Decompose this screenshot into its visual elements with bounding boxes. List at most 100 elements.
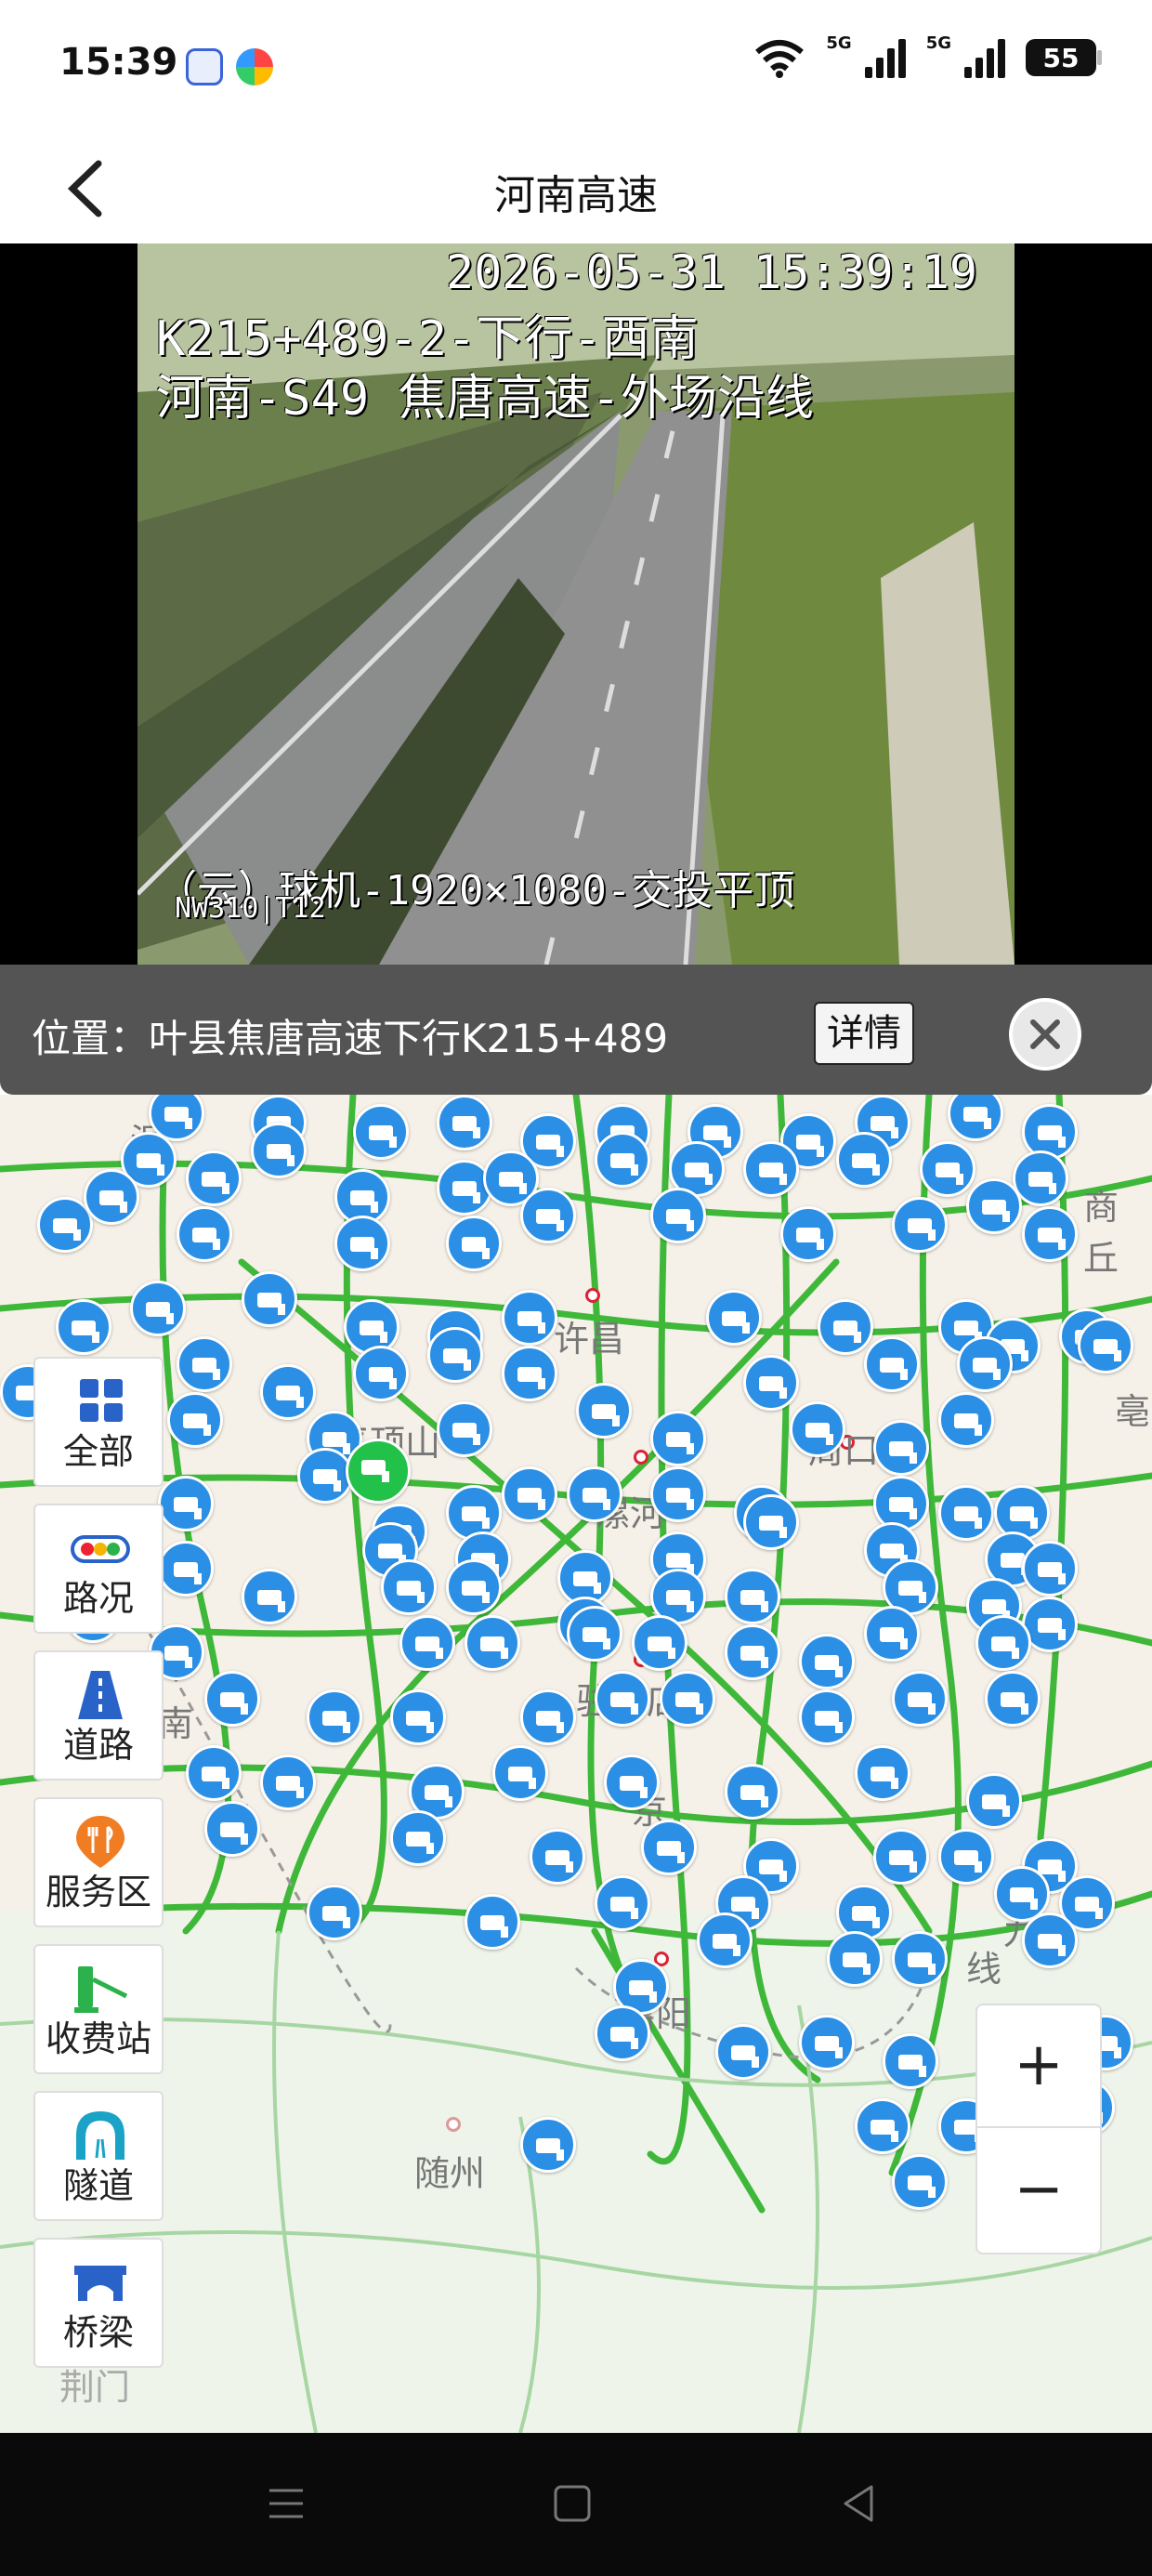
camera-marker[interactable]: [966, 1178, 1022, 1234]
camera-marker[interactable]: [204, 1671, 260, 1727]
camera-marker[interactable]: [502, 1290, 557, 1346]
camera-marker[interactable]: [799, 1634, 855, 1689]
camera-marker[interactable]: [186, 1745, 242, 1801]
camera-marker[interactable]: [827, 1931, 883, 1987]
camera-marker[interactable]: [446, 1216, 502, 1271]
camera-marker[interactable]: [251, 1123, 307, 1178]
camera-marker[interactable]: [437, 1095, 492, 1150]
close-button[interactable]: [1009, 998, 1081, 1071]
camera-marker[interactable]: [446, 1559, 502, 1615]
camera-marker[interactable]: [938, 1392, 994, 1448]
zoom-in-button[interactable]: +: [977, 2005, 1100, 2128]
camera-marker[interactable]: [307, 1689, 362, 1745]
camera-marker[interactable]: [864, 1606, 920, 1662]
camera-marker[interactable]: [715, 2024, 771, 2080]
layer-all-button[interactable]: 全部: [33, 1357, 164, 1487]
camera-marker[interactable]: [84, 1169, 139, 1225]
camera-marker[interactable]: [465, 1894, 520, 1950]
back-icon[interactable]: [836, 2481, 881, 2526]
camera-marker[interactable]: [595, 2005, 650, 2061]
camera-marker[interactable]: [437, 1401, 492, 1457]
camera-marker[interactable]: [818, 1299, 873, 1355]
camera-marker[interactable]: [855, 1745, 910, 1801]
camera-marker[interactable]: [390, 1810, 446, 1866]
layer-toll-station-button[interactable]: 收费站: [33, 1944, 164, 2074]
camera-marker[interactable]: [892, 1931, 948, 1987]
camera-marker[interactable]: [632, 1615, 687, 1671]
camera-marker[interactable]: [158, 1476, 214, 1531]
camera-marker[interactable]: [799, 2015, 855, 2070]
camera-marker[interactable]: [725, 1624, 780, 1680]
camera-marker[interactable]: [260, 1364, 316, 1420]
camera-marker[interactable]: [334, 1216, 390, 1271]
menu-icon[interactable]: [264, 2481, 308, 2526]
camera-marker[interactable]: [650, 1411, 706, 1466]
camera-marker[interactable]: [186, 1150, 242, 1206]
camera-marker[interactable]: [780, 1206, 836, 1262]
camera-marker[interactable]: [873, 1420, 929, 1476]
camera-marker[interactable]: [177, 1336, 232, 1392]
camera-marker[interactable]: [799, 1689, 855, 1745]
zoom-out-button[interactable]: −: [977, 2130, 1100, 2253]
camera-marker[interactable]: [873, 1829, 929, 1885]
camera-marker[interactable]: [502, 1466, 557, 1522]
camera-marker[interactable]: [920, 1141, 975, 1197]
camera-marker[interactable]: [158, 1541, 214, 1597]
layer-road-button[interactable]: 道路: [33, 1650, 164, 1781]
camera-marker[interactable]: [520, 1689, 576, 1745]
camera-marker[interactable]: [743, 1494, 799, 1550]
camera-marker[interactable]: [1078, 1318, 1133, 1373]
camera-marker[interactable]: [381, 1559, 437, 1615]
camera-marker[interactable]: [957, 1336, 1013, 1392]
camera-marker[interactable]: [938, 1829, 994, 1885]
camera-marker[interactable]: [56, 1299, 111, 1355]
camera-marker[interactable]: [307, 1885, 362, 1940]
camera-marker[interactable]: [427, 1327, 483, 1383]
camera-marker[interactable]: [242, 1271, 297, 1327]
camera-marker[interactable]: [725, 1764, 780, 1820]
camera-marker[interactable]: [502, 1346, 557, 1401]
camera-marker[interactable]: [836, 1132, 892, 1188]
camera-marker[interactable]: [1013, 1150, 1068, 1206]
camera-marker[interactable]: [297, 1448, 353, 1504]
camera-marker[interactable]: [465, 1615, 520, 1671]
camera-marker[interactable]: [520, 1188, 576, 1243]
camera-marker[interactable]: [595, 1132, 650, 1188]
camera-marker[interactable]: [567, 1466, 622, 1522]
camera-marker[interactable]: [883, 2033, 938, 2089]
camera-marker[interactable]: [743, 1355, 799, 1411]
camera-marker[interactable]: [390, 1689, 446, 1745]
camera-marker[interactable]: [567, 1606, 622, 1662]
camera-marker[interactable]: [790, 1401, 845, 1457]
camera-marker[interactable]: [650, 1466, 706, 1522]
camera-marker[interactable]: [985, 1671, 1041, 1727]
layer-bridge-button[interactable]: 桥梁: [33, 2238, 164, 2368]
camera-marker[interactable]: [706, 1290, 762, 1346]
home-icon[interactable]: [550, 2481, 595, 2526]
camera-marker[interactable]: [353, 1346, 409, 1401]
camera-marker[interactable]: [399, 1615, 455, 1671]
camera-marker[interactable]: [1022, 1541, 1078, 1597]
camera-marker[interactable]: [892, 2154, 948, 2210]
camera-marker[interactable]: [855, 2098, 910, 2154]
camera-marker[interactable]: [204, 1801, 260, 1857]
camera-marker[interactable]: [260, 1755, 316, 1810]
layer-service-area-button[interactable]: 服务区: [33, 1797, 164, 1927]
camera-marker[interactable]: [595, 1875, 650, 1931]
camera-marker[interactable]: [530, 1829, 585, 1885]
camera-marker[interactable]: [1022, 1912, 1078, 1968]
camera-marker[interactable]: [864, 1336, 920, 1392]
camera-marker[interactable]: [130, 1281, 186, 1336]
camera-marker[interactable]: [938, 1485, 994, 1541]
camera-marker[interactable]: [167, 1392, 223, 1448]
camera-marker[interactable]: [697, 1912, 753, 1968]
camera-marker[interactable]: [604, 1755, 660, 1810]
camera-marker-selected[interactable]: [346, 1439, 411, 1504]
camera-marker[interactable]: [966, 1773, 1022, 1829]
layer-traffic-button[interactable]: 路况: [33, 1504, 164, 1634]
camera-video-player[interactable]: 2026-05-31 15:39:19 K215+489-2-下行-西南 河南-…: [0, 243, 1152, 965]
camera-marker[interactable]: [595, 1671, 650, 1727]
camera-marker[interactable]: [177, 1206, 232, 1262]
camera-marker[interactable]: [492, 1745, 548, 1801]
camera-marker[interactable]: [975, 1615, 1031, 1671]
